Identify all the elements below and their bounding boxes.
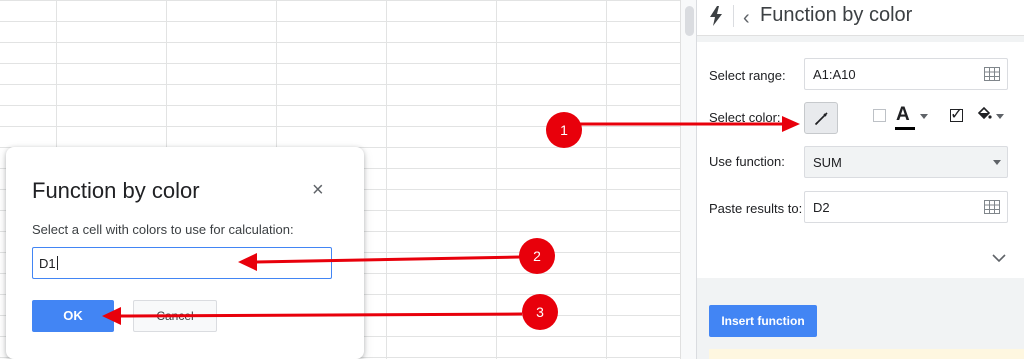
header-divider — [733, 5, 734, 27]
use-function-label: Use function: — [709, 154, 785, 169]
dialog-prompt: Select a cell with colors to use for cal… — [32, 222, 294, 237]
annotation-badge-3: 3 — [522, 294, 558, 330]
paste-grid-icon[interactable] — [984, 200, 1000, 214]
select-range-value: A1:A10 — [813, 67, 856, 82]
background-color-dropdown-icon[interactable] — [996, 114, 1004, 119]
font-color-dropdown-icon[interactable] — [920, 114, 928, 119]
use-function-value: SUM — [813, 155, 842, 170]
eyedropper-icon — [814, 112, 828, 126]
select-range-label: Select range: — [709, 68, 786, 83]
dialog-title: Function by color — [32, 178, 200, 203]
select-color-label: Select color: — [709, 110, 781, 125]
checkmark-icon: ✓ — [950, 106, 964, 123]
text-cursor — [56, 256, 58, 270]
annotation-badge-2: 2 — [519, 238, 555, 274]
font-color-swatch — [895, 127, 915, 130]
paste-results-label: Paste results to: — [709, 201, 803, 216]
cancel-button[interactable]: Cancel — [133, 300, 217, 332]
annotation-badge-1: 1 — [546, 112, 582, 148]
tooltip-hint — [709, 349, 1024, 359]
paste-results-field[interactable]: D2 — [804, 191, 1008, 223]
sidebar-title: Function by color — [760, 4, 913, 26]
lightning-icon — [710, 6, 722, 26]
back-chevron-icon[interactable]: ‹ — [743, 7, 750, 30]
scrollbar-thumb[interactable] — [685, 6, 694, 36]
font-color-checkbox[interactable] — [873, 109, 886, 122]
sheet-scrollbar[interactable] — [680, 0, 697, 359]
use-function-select[interactable]: SUM — [804, 146, 1008, 178]
eyedropper-button[interactable] — [804, 102, 838, 134]
function-by-color-sidebar: ‹ Function by color Select range: A1:A10… — [697, 0, 1024, 359]
function-by-color-dialog: Function by color × Select a cell with c… — [6, 147, 364, 359]
sidebar-header: ‹ Function by color — [697, 0, 1024, 36]
chevron-down-icon — [993, 160, 1001, 165]
cell-reference-input[interactable]: D1 — [32, 247, 332, 279]
cell-reference-value: D1 — [39, 256, 56, 271]
paste-results-value: D2 — [813, 200, 830, 215]
paint-bucket-icon[interactable] — [976, 106, 992, 122]
select-range-field[interactable]: A1:A10 — [804, 58, 1008, 90]
insert-function-button[interactable]: Insert function — [709, 305, 817, 337]
font-color-icon[interactable]: A — [896, 104, 910, 126]
range-grid-icon[interactable] — [984, 67, 1000, 81]
close-icon[interactable]: × — [312, 179, 324, 202]
ok-button[interactable]: OK — [32, 300, 114, 332]
expand-chevron-icon[interactable] — [992, 253, 1006, 263]
